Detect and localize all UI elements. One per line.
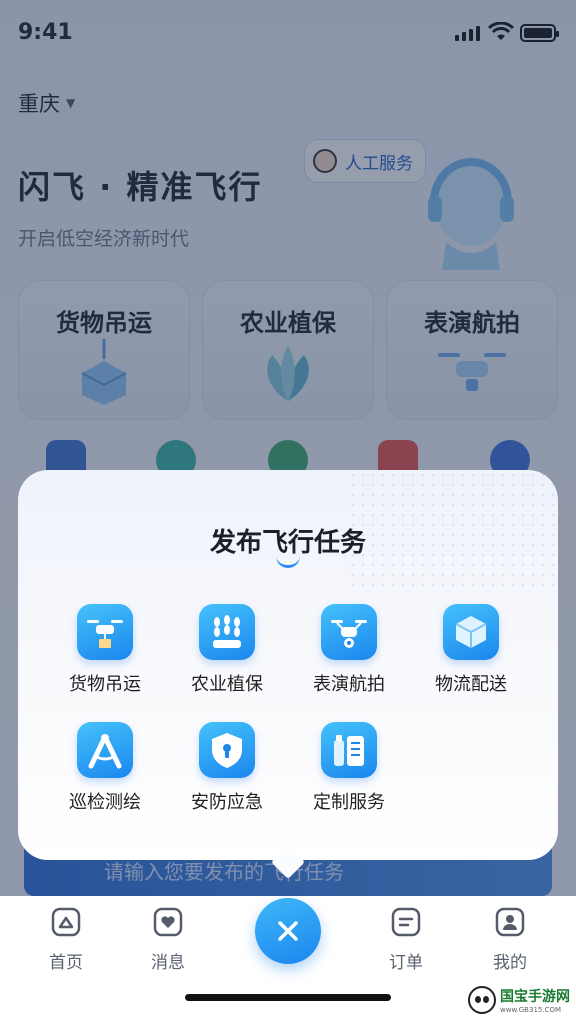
publish-task-modal: 发布飞行任务 货物吊运 农业植保 表演航拍 物流配送 巡检测绘 安防应急 定制服… <box>18 470 558 879</box>
tab-label: 消息 <box>151 953 185 973</box>
app-screen: 9:41 重庆 ▼ 闪飞 · 精准飞行 开启低空经济新时代 人工服务 货物吊运 <box>0 0 576 1024</box>
tab-label: 订单 <box>389 953 423 973</box>
shield-lock-icon <box>199 722 255 778</box>
modal-title: 发布飞行任务 <box>209 528 366 558</box>
drone-cargo-icon <box>77 604 133 660</box>
wheat-icon <box>199 604 255 660</box>
close-icon <box>278 921 298 941</box>
close-modal-button[interactable] <box>255 898 321 964</box>
tab-label: 我的 <box>493 953 527 973</box>
task-item-label: 巡检测绘 <box>69 792 141 813</box>
user-icon <box>495 907 525 937</box>
task-item-label: 表演航拍 <box>313 674 385 695</box>
drone-camera-icon <box>321 604 377 660</box>
task-item-label: 定制服务 <box>313 792 385 813</box>
message-heart-icon <box>153 907 183 937</box>
tab-home[interactable]: 首页 <box>26 906 106 973</box>
task-item-cargo[interactable]: 货物吊运 <box>44 604 166 700</box>
tab-orders[interactable]: 订单 <box>366 906 446 973</box>
task-item-security[interactable]: 安防应急 <box>166 722 288 818</box>
watermark: 国宝手游网 www.GB315.COM <box>468 986 570 1014</box>
task-item-logistics[interactable]: 物流配送 <box>410 604 532 700</box>
tab-messages[interactable]: 消息 <box>128 906 208 973</box>
panda-logo-icon <box>468 986 496 1014</box>
task-item-label: 物流配送 <box>435 674 507 695</box>
title-underline <box>276 556 300 568</box>
task-item-label: 农业植保 <box>191 674 263 695</box>
order-list-icon <box>391 907 421 937</box>
watermark-name: 国宝手游网 <box>500 989 570 1005</box>
task-item-label: 货物吊运 <box>69 674 141 695</box>
task-item-survey[interactable]: 巡检测绘 <box>44 722 166 818</box>
compass-icon <box>77 722 133 778</box>
task-item-aerial[interactable]: 表演航拍 <box>288 604 410 700</box>
task-item-custom[interactable]: 定制服务 <box>288 722 410 818</box>
package-cube-icon <box>443 604 499 660</box>
home-indicator <box>185 994 391 1001</box>
home-icon <box>51 907 81 937</box>
custom-bottle-icon <box>321 722 377 778</box>
watermark-url: www.GB315.COM <box>500 1006 562 1014</box>
tab-label: 首页 <box>49 953 83 973</box>
task-item-agri[interactable]: 农业植保 <box>166 604 288 700</box>
task-item-label: 安防应急 <box>191 792 263 813</box>
tab-profile[interactable]: 我的 <box>470 906 550 973</box>
